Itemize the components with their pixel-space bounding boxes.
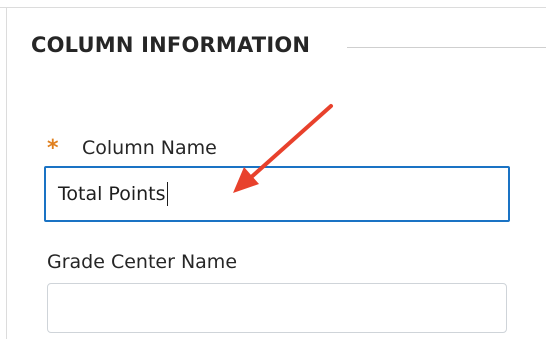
required-marker: * [47, 136, 59, 161]
column-name-input-value: Total Points [58, 183, 166, 205]
section-title: COLUMN INFORMATION [31, 33, 311, 57]
grade-center-name-label: Grade Center Name [47, 251, 238, 273]
column-name-input[interactable]: Total Points [44, 166, 510, 222]
column-name-label: Column Name [82, 137, 217, 159]
section-divider [347, 47, 546, 48]
text-caret [166, 182, 168, 206]
panel-top-border [0, 7, 546, 8]
grade-center-name-input[interactable] [47, 283, 507, 333]
panel-left-border [6, 7, 7, 339]
column-information-panel: COLUMN INFORMATION * Column Name Total P… [0, 0, 546, 339]
